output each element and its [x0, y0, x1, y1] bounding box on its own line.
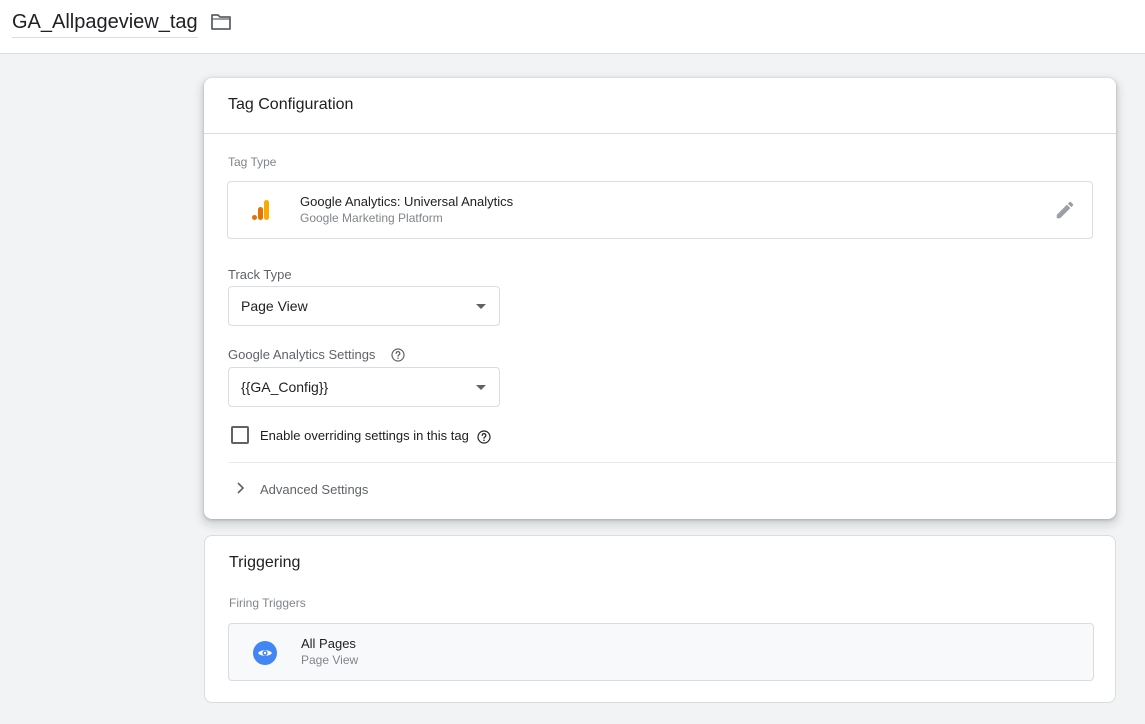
dropdown-arrow-icon — [476, 385, 486, 390]
track-type-label: Track Type — [228, 267, 292, 282]
ga-settings-select[interactable]: {{GA_Config}} — [228, 367, 500, 407]
ga-settings-value: {{GA_Config}} — [241, 379, 329, 395]
tag-type-selector[interactable]: Google Analytics: Universal Analytics Go… — [227, 181, 1093, 239]
help-icon[interactable] — [477, 430, 491, 444]
divider — [204, 133, 1116, 134]
track-type-value: Page View — [241, 298, 308, 314]
track-type-select[interactable]: Page View — [228, 286, 500, 326]
trigger-type: Page View — [301, 653, 359, 667]
override-settings-checkbox[interactable] — [231, 426, 249, 444]
dropdown-arrow-icon — [476, 304, 486, 309]
divider — [228, 462, 1116, 463]
trigger-item-all-pages[interactable]: All Pages Page View — [228, 623, 1094, 681]
triggering-card: Triggering Firing Triggers All Pages Pag… — [204, 535, 1116, 703]
advanced-settings-toggle[interactable]: Advanced Settings — [260, 482, 368, 497]
triggering-title: Triggering — [229, 554, 301, 571]
pencil-icon[interactable] — [1054, 199, 1076, 221]
trigger-name: All Pages — [301, 636, 356, 651]
ga-settings-label: Google Analytics Settings — [228, 347, 376, 362]
eye-icon — [253, 641, 277, 665]
tag-name-input[interactable]: GA_Allpageview_tag — [12, 10, 198, 38]
tag-type-name: Google Analytics: Universal Analytics — [300, 194, 514, 209]
tag-configuration-card: Tag Configuration Tag Type Google Analyt… — [204, 78, 1116, 519]
tag-type-provider: Google Marketing Platform — [300, 211, 443, 225]
google-analytics-icon — [252, 200, 269, 220]
folder-icon[interactable] — [210, 12, 232, 32]
help-icon[interactable] — [391, 348, 405, 362]
tag-configuration-title: Tag Configuration — [228, 96, 354, 113]
override-settings-label: Enable overriding settings in this tag — [260, 428, 469, 443]
chevron-right-icon[interactable] — [234, 481, 246, 495]
top-bar: GA_Allpageview_tag — [0, 0, 1145, 54]
tag-type-label: Tag Type — [228, 155, 277, 169]
firing-triggers-label: Firing Triggers — [229, 596, 306, 610]
